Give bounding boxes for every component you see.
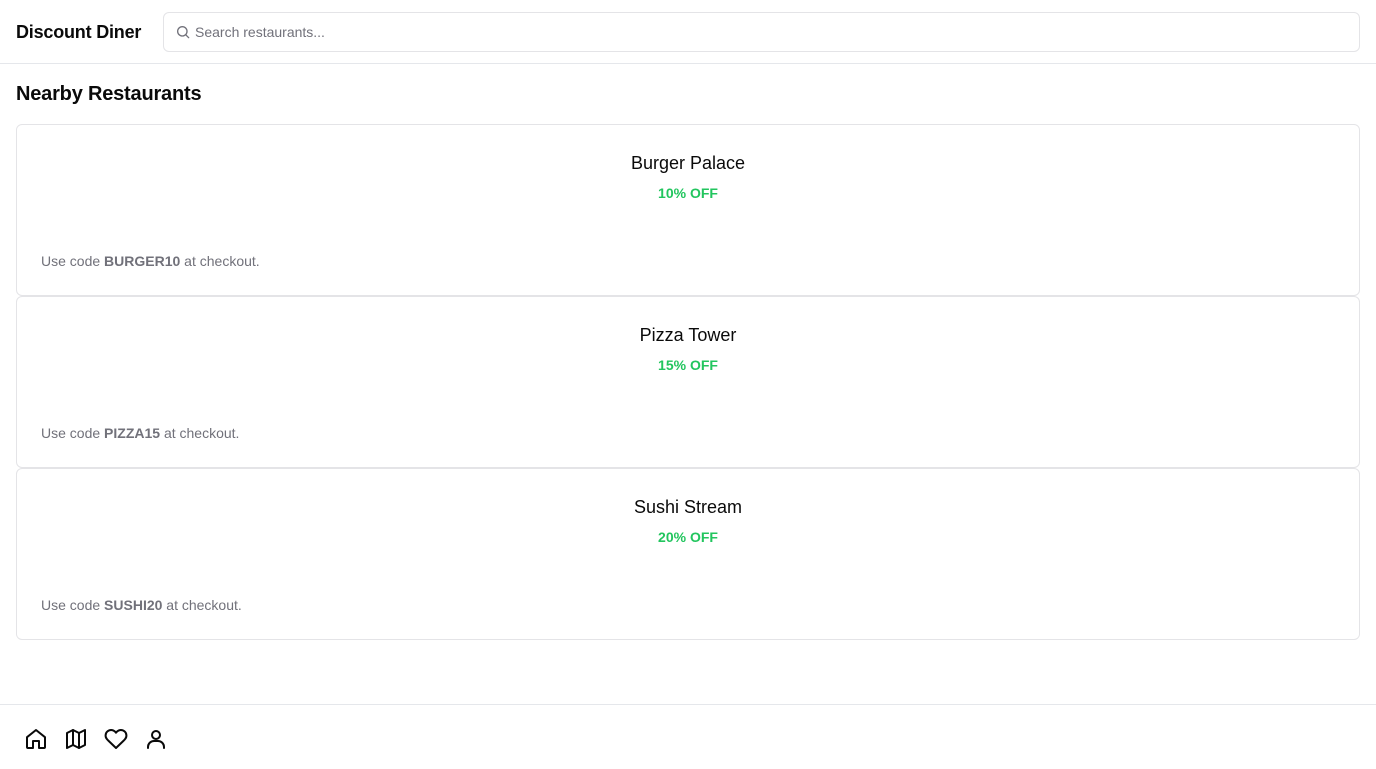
promo-code-prefix: Use code: [41, 253, 105, 269]
promo-code: SUSHI20: [104, 597, 163, 613]
discount-label: 10% OFF: [658, 185, 718, 201]
promo-code-suffix: at checkout.: [180, 253, 260, 269]
nav-map-button[interactable]: [62, 725, 90, 753]
search-box[interactable]: [163, 12, 1360, 52]
restaurant-name: Sushi Stream: [633, 497, 743, 517]
search-icon: [177, 26, 190, 39]
user-icon: [147, 730, 165, 749]
restaurant-card[interactable]: Pizza Tower 15% OFF Use code PIZZA15 at …: [16, 296, 1360, 468]
discount-label: 20% OFF: [658, 529, 718, 545]
promo-code-suffix: at checkout.: [162, 597, 242, 613]
discount-label: 15% OFF: [658, 357, 718, 373]
promo-code-prefix: Use code: [41, 425, 105, 441]
restaurant-card[interactable]: Burger Palace 10% OFF Use code BURGER10 …: [16, 124, 1360, 296]
nav-favorites-button[interactable]: [102, 725, 130, 753]
promo-code: BURGER10: [104, 253, 181, 269]
app-title: Discount Diner: [16, 22, 142, 42]
nav-home-button[interactable]: [22, 725, 50, 753]
restaurant-name: Burger Palace: [630, 153, 746, 173]
page-title: Nearby Restaurants: [16, 83, 202, 105]
home-icon: [26, 729, 46, 749]
heart-icon: [104, 729, 128, 749]
bottom-nav: [0, 704, 1376, 769]
promo-code: PIZZA15: [104, 425, 161, 441]
restaurant-name: Pizza Tower: [639, 325, 737, 345]
promo-code-suffix: at checkout.: [160, 425, 240, 441]
promo-code-text: Use code PIZZA15 at checkout.: [41, 424, 239, 442]
search-input[interactable]: [195, 13, 1345, 51]
promo-code-prefix: Use code: [41, 597, 105, 613]
promo-code-text: Use code BURGER10 at checkout.: [41, 252, 260, 270]
restaurant-card[interactable]: Sushi Stream 20% OFF Use code SUSHI20 at…: [16, 468, 1360, 640]
map-icon: [66, 729, 86, 749]
nav-profile-button[interactable]: [142, 725, 170, 753]
top-bar: Discount Diner: [0, 0, 1376, 64]
promo-code-text: Use code SUSHI20 at checkout.: [41, 596, 242, 614]
restaurant-list: Burger Palace 10% OFF Use code BURGER10 …: [16, 124, 1360, 640]
